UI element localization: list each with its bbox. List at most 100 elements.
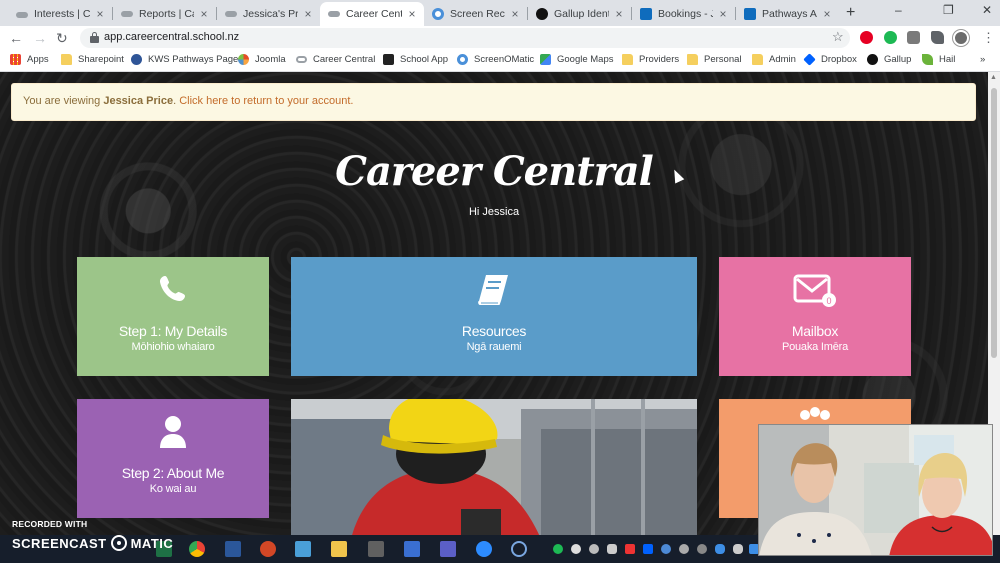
tab-career-central[interactable]: Career Central × <box>320 2 424 26</box>
tile-about-me[interactable]: Step 2: About Me Ko wai au <box>77 399 269 518</box>
bookmark-joomla[interactable]: Joomla <box>238 54 286 65</box>
gallup-icon <box>536 8 548 20</box>
bookmark-admin[interactable]: Admin <box>752 54 796 65</box>
address-bar[interactable]: app.careercentral.school.nz ☆ <box>80 28 850 48</box>
gallup-icon <box>867 54 878 65</box>
tray-icon[interactable] <box>589 544 599 554</box>
envelope-icon: 0 <box>719 273 911 309</box>
bookmarks-overflow-button[interactable]: » <box>980 54 985 65</box>
phone-icon <box>77 273 269 305</box>
bookmark-hail[interactable]: Hail <box>922 54 955 65</box>
chrome-icon[interactable] <box>189 541 205 557</box>
bookmark-google-maps[interactable]: Google Maps <box>540 54 614 65</box>
tray-icon[interactable] <box>625 544 635 554</box>
reload-icon[interactable]: ↻ <box>56 30 68 47</box>
dropbox-icon[interactable] <box>643 544 653 554</box>
tile-mailbox[interactable]: 0 Mailbox Pouaka Imēra <box>719 257 911 376</box>
close-tab-icon[interactable]: × <box>198 7 210 21</box>
zoom-icon[interactable] <box>476 541 492 557</box>
tab-jessicas-profile[interactable]: Jessica's Profil × <box>217 2 320 26</box>
bookmark-sharepoint[interactable]: Sharepoint <box>61 54 124 65</box>
close-tab-icon[interactable]: × <box>509 7 521 21</box>
bookmark-providers[interactable]: Providers <box>622 54 679 65</box>
webcam-video-image <box>759 425 992 555</box>
file-explorer-icon[interactable] <box>331 541 347 557</box>
tray-icon[interactable] <box>679 544 689 554</box>
close-tab-icon[interactable]: × <box>613 7 625 21</box>
greeting: Hi Jessica <box>468 206 520 218</box>
tray-icon[interactable] <box>661 544 671 554</box>
calculator-icon[interactable] <box>368 541 384 557</box>
bookmark-screenomatic[interactable]: ScreenOMatic <box>457 54 534 65</box>
bookmark-star-icon[interactable]: ☆ <box>832 29 844 45</box>
close-tab-icon[interactable]: × <box>821 7 833 21</box>
apps-grid-icon <box>10 54 21 65</box>
forward-arrow-icon[interactable]: → <box>33 30 47 46</box>
teams-icon[interactable] <box>440 541 456 557</box>
hail-icon <box>922 54 933 65</box>
folder-icon <box>687 54 698 65</box>
screenomatic-icon <box>457 54 468 65</box>
tile-title: Step 1: My Details <box>118 323 228 339</box>
pinterest-icon[interactable] <box>860 31 873 44</box>
folder-icon <box>61 54 72 65</box>
tile-my-details[interactable]: Step 1: My Details Mōhiohio whaiaro <box>77 257 269 376</box>
bookmark-gallup[interactable]: Gallup <box>867 54 911 65</box>
scroll-up-arrow-icon[interactable]: ▲ <box>990 74 997 81</box>
tab-interests[interactable]: Interests | Care × <box>8 2 112 26</box>
bookmark-kws-pathways[interactable]: KWS Pathways Page <box>131 54 238 65</box>
minimize-button[interactable]: – <box>895 3 902 17</box>
maximize-button[interactable]: ❐ <box>943 3 954 17</box>
url-text[interactable]: app.careercentral.school.nz <box>104 31 239 43</box>
close-window-button[interactable]: ✕ <box>982 3 992 17</box>
tray-icon[interactable] <box>733 544 743 554</box>
scrollbar-thumb[interactable] <box>991 88 997 358</box>
link-icon <box>296 56 307 63</box>
new-tab-button[interactable]: + <box>846 4 855 22</box>
link-icon <box>121 11 133 17</box>
tab-reports[interactable]: Reports | Care × <box>113 2 216 26</box>
onedrive-icon[interactable] <box>715 544 725 554</box>
outlook-icon <box>744 8 756 20</box>
close-tab-icon[interactable]: × <box>717 7 729 21</box>
tab-gallup-identity[interactable]: Gallup Identity × <box>528 2 631 26</box>
menu-kebab-icon[interactable]: ⋮ <box>982 30 995 46</box>
word-icon[interactable] <box>225 541 241 557</box>
tray-icon[interactable] <box>697 544 707 554</box>
close-tab-icon[interactable]: × <box>406 7 418 21</box>
map-icon <box>540 54 551 65</box>
return-to-account-link[interactable]: Click here to return to your account. <box>179 95 353 107</box>
tab-pathways-app[interactable]: Pathways Appl × <box>736 2 839 26</box>
tile-title: Step 2: About Me <box>121 465 225 481</box>
microphone-icon[interactable] <box>607 544 617 554</box>
close-tab-icon[interactable]: × <box>94 7 106 21</box>
impersonation-notice: You are viewing Jessica Price. Click her… <box>11 83 976 121</box>
bookmark-apps[interactable]: Apps <box>10 54 49 65</box>
tile-resources[interactable]: Resources Ngā rauemi <box>291 257 697 376</box>
powerpoint-icon[interactable] <box>260 541 276 557</box>
folder-icon <box>622 54 633 65</box>
featured-photo[interactable] <box>291 399 697 535</box>
extension-grid-icon[interactable] <box>907 31 920 44</box>
bookmark-personal[interactable]: Personal <box>687 54 742 65</box>
tray-icon[interactable] <box>571 544 581 554</box>
bookmark-dropbox[interactable]: Dropbox <box>803 53 857 66</box>
bookmark-school-app[interactable]: School App <box>383 54 448 65</box>
dropbox-icon <box>803 53 816 66</box>
profile-avatar[interactable] <box>953 30 969 46</box>
app-icon[interactable] <box>404 541 420 557</box>
tile-title: Mailbox <box>791 323 839 339</box>
back-arrow-icon[interactable]: ← <box>9 30 23 46</box>
tab-bookings[interactable]: Bookings - Jes × <box>632 2 735 26</box>
app-icon[interactable] <box>295 541 311 557</box>
close-tab-icon[interactable]: × <box>302 7 314 21</box>
tile-title: Resources <box>461 323 527 339</box>
bookmark-career-central[interactable]: Career Central <box>296 54 375 65</box>
tab-screen-record[interactable]: Screen Record × <box>424 2 527 26</box>
screenomatic-icon[interactable] <box>511 541 527 557</box>
joomla-icon <box>238 54 249 65</box>
screencast-logo-icon <box>110 535 127 551</box>
green-extension-icon[interactable] <box>884 31 897 44</box>
puzzle-icon[interactable] <box>931 31 944 44</box>
tray-icon[interactable] <box>553 544 563 554</box>
